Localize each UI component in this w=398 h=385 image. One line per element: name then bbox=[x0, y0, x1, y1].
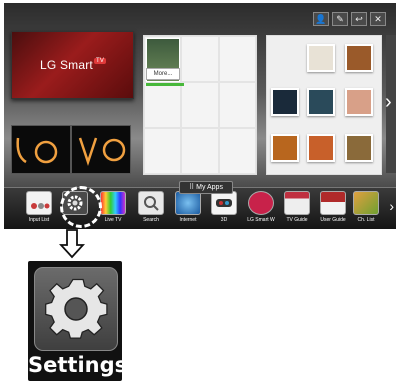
neon-light-image bbox=[16, 137, 58, 164]
search-icon bbox=[138, 191, 164, 215]
app-label: TV Guide bbox=[286, 217, 308, 223]
edit-icon[interactable]: ✎ bbox=[332, 12, 348, 26]
app-3d[interactable]: 3D bbox=[207, 191, 241, 223]
my-apps-label: My Apps bbox=[196, 184, 223, 191]
close-icon[interactable]: ✕ bbox=[370, 12, 386, 26]
top-button-bar: 👤 ✎ ↩ ✕ bbox=[313, 12, 386, 26]
app-label: Search bbox=[143, 217, 159, 223]
photo-thumb[interactable] bbox=[307, 88, 335, 116]
settings-highlight-circle bbox=[60, 186, 102, 228]
app-label: Internet bbox=[179, 217, 197, 223]
photo-thumb[interactable] bbox=[307, 44, 335, 72]
app-tv-guide[interactable]: TV Guide bbox=[280, 191, 314, 223]
app-label: Input List bbox=[28, 217, 50, 223]
more-button[interactable]: More... bbox=[146, 68, 180, 80]
settings-app-tile[interactable]: Settings bbox=[28, 261, 128, 381]
photo-thumb[interactable] bbox=[345, 134, 373, 162]
input-list-icon bbox=[26, 191, 52, 215]
chevron-right-icon[interactable]: › bbox=[389, 198, 394, 214]
photo-thumb[interactable] bbox=[345, 44, 373, 72]
tv-guide-icon bbox=[284, 191, 310, 215]
photo-thumb[interactable] bbox=[307, 134, 335, 162]
logo-text: LG Smart bbox=[40, 58, 93, 72]
app-search[interactable]: Search bbox=[134, 191, 168, 223]
live-tv-icon bbox=[100, 191, 126, 215]
photo-thumb[interactable] bbox=[271, 88, 299, 116]
my-apps-tab[interactable]: ⠿ My Apps bbox=[179, 181, 233, 194]
neon-light-image bbox=[78, 137, 126, 166]
chevron-right-icon[interactable]: › bbox=[385, 91, 392, 114]
lg-smart-tv-card[interactable]: LG Smart TV bbox=[11, 31, 134, 99]
photo-thumb[interactable] bbox=[345, 88, 373, 116]
photo-thumb[interactable] bbox=[271, 134, 299, 162]
settings-label: Settings bbox=[28, 353, 128, 377]
lg-smart-tv-logo: LG Smart TV bbox=[40, 58, 107, 72]
app-input-list[interactable]: Input List bbox=[22, 191, 56, 223]
card-neon-left[interactable] bbox=[11, 125, 71, 174]
app-lg-smart-world[interactable]: LG Smart W bbox=[244, 191, 278, 223]
card-neon-right[interactable] bbox=[71, 125, 131, 174]
settings-gear-icon bbox=[34, 267, 118, 351]
app-label: LG Smart W bbox=[247, 217, 275, 223]
app-user-guide[interactable]: User Guide bbox=[316, 191, 350, 223]
3d-icon bbox=[211, 191, 237, 215]
app-ch-list[interactable]: Ch. List bbox=[349, 191, 383, 223]
app-internet[interactable]: Internet bbox=[171, 191, 205, 223]
app-label: Live TV bbox=[104, 217, 122, 223]
back-icon[interactable]: ↩ bbox=[351, 12, 367, 26]
ch-list-icon bbox=[353, 191, 379, 215]
photo-panel[interactable] bbox=[266, 35, 382, 175]
app-label: 3D bbox=[220, 217, 228, 223]
tv-home-screen: 👤 ✎ ↩ ✕ LG Smart TV More... › Input List… bbox=[4, 3, 396, 229]
user-guide-icon bbox=[320, 191, 346, 215]
tv-badge: TV bbox=[93, 58, 107, 64]
selection-bar bbox=[146, 83, 184, 86]
app-label: User Guide bbox=[320, 217, 346, 223]
lg-smart-world-icon bbox=[248, 191, 274, 215]
app-label: Ch. List bbox=[357, 217, 375, 223]
internet-icon bbox=[175, 191, 201, 215]
down-arrow-icon bbox=[59, 229, 85, 259]
person-icon[interactable]: 👤 bbox=[313, 12, 329, 26]
